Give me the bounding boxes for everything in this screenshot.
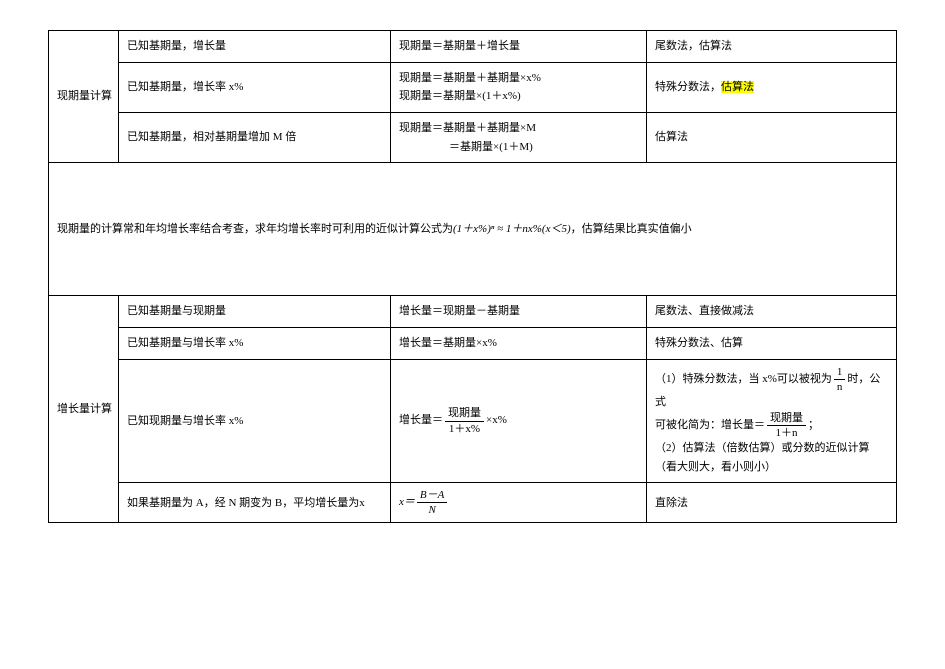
note-math: (1＋x%)ⁿ ≈ 1＋nx%(x＜5) bbox=[453, 223, 571, 235]
method-cell: （1）特殊分数法，当 x%可以被视为 1 n 时，公式 可被化简为：增长量＝ 现… bbox=[647, 359, 897, 482]
table-row: 如果基期量为 A，经 N 期变为 B，平均增长量为x x＝ B－A N 直除法 bbox=[49, 483, 897, 523]
formula-cell: 现期量＝基期量＋基期量×x% 现期量＝基期量×(1＋x%) bbox=[391, 62, 647, 112]
formula-text: 现期量＝基期量×(1＋x%) bbox=[399, 87, 638, 106]
table-row: 增长量计算 已知基期量与现期量 增长量＝现期量－基期量 尾数法、直接做减法 bbox=[49, 296, 897, 328]
formula-cell: 增长量＝ 现期量 1＋x% ×x% bbox=[391, 359, 647, 482]
method-cell: 特殊分数法、估算 bbox=[647, 328, 897, 360]
section-label: 增长量计算 bbox=[49, 296, 119, 523]
fraction-denominator: 1＋x% bbox=[445, 422, 484, 435]
formula-cell: 增长量＝基期量×x% bbox=[391, 328, 647, 360]
formula-cell: 现期量＝基期量＋基期量×M ＝基期量×(1＋M) bbox=[391, 113, 647, 163]
formula-cell: x＝ B－A N bbox=[391, 483, 647, 523]
fraction: 1 n bbox=[834, 366, 846, 393]
table-row: 已知基期量，增长率 x% 现期量＝基期量＋基期量×x% 现期量＝基期量×(1＋x… bbox=[49, 62, 897, 112]
document-page: 现期量计算 已知基期量，增长量 现期量＝基期量＋增长量 尾数法，估算法 已知基期… bbox=[0, 0, 945, 669]
formula-text: ＝基期量×(1＋M) bbox=[399, 138, 638, 157]
formula-text: 现期量＝基期量＋基期量×x% bbox=[399, 69, 638, 88]
formula-lhs: x＝ bbox=[399, 496, 415, 508]
method-cell: 估算法 bbox=[647, 113, 897, 163]
given-cell: 已知基期量，增长量 bbox=[119, 31, 391, 63]
formula-text: 现期量＝基期量＋增长量 bbox=[399, 37, 638, 56]
fraction: 现期量 1＋n bbox=[767, 412, 806, 439]
fraction-denominator: N bbox=[417, 503, 447, 516]
method-line: ； bbox=[808, 419, 819, 431]
fraction-numerator: 1 bbox=[834, 366, 846, 380]
note-row: 现期量的计算常和年均增长率结合考查，求年均增长率时可利用的近似计算公式为(1＋x… bbox=[49, 163, 897, 296]
method-cell: 尾数法，估算法 bbox=[647, 31, 897, 63]
fraction: 现期量 1＋x% bbox=[445, 407, 484, 434]
table-row: 已知现期量与增长率 x% 增长量＝ 现期量 1＋x% ×x% （1）特殊分数法，… bbox=[49, 359, 897, 482]
fraction-numerator: 现期量 bbox=[445, 407, 484, 421]
method-cell: 尾数法、直接做减法 bbox=[647, 296, 897, 328]
table-row: 已知基期量，相对基期量增加 M 倍 现期量＝基期量＋基期量×M ＝基期量×(1＋… bbox=[49, 113, 897, 163]
given-cell: 已知基期量与现期量 bbox=[119, 296, 391, 328]
method-text: 特殊分数法， bbox=[655, 81, 721, 93]
fraction-denominator: 1＋n bbox=[767, 426, 806, 439]
note-prefix: 现期量的计算常和年均增长率结合考查，求年均增长率时可利用的近似计算公式为 bbox=[57, 223, 453, 235]
table-row: 现期量计算 已知基期量，增长量 现期量＝基期量＋增长量 尾数法，估算法 bbox=[49, 31, 897, 63]
formula-label: 增长量＝ bbox=[399, 415, 443, 427]
note-cell: 现期量的计算常和年均增长率结合考查，求年均增长率时可利用的近似计算公式为(1＋x… bbox=[49, 163, 897, 296]
given-cell: 已知基期量与增长率 x% bbox=[119, 328, 391, 360]
highlighted-text: 估算法 bbox=[721, 81, 754, 93]
formula-cell: 现期量＝基期量＋增长量 bbox=[391, 31, 647, 63]
method-line: （2）估算法（倍数估算）或分数的近似计算（看大则大，看小则小） bbox=[655, 442, 870, 473]
fraction: B－A N bbox=[417, 489, 447, 516]
note-suffix: ，估算结果比真实值偏小 bbox=[571, 223, 692, 235]
method-cell: 直除法 bbox=[647, 483, 897, 523]
given-cell: 如果基期量为 A，经 N 期变为 B，平均增长量为x bbox=[119, 483, 391, 523]
fraction-numerator: 现期量 bbox=[767, 412, 806, 426]
method-line: 可被化简为：增长量＝ bbox=[655, 419, 765, 431]
fraction-denominator: n bbox=[834, 380, 846, 393]
formula-table: 现期量计算 已知基期量，增长量 现期量＝基期量＋增长量 尾数法，估算法 已知基期… bbox=[48, 30, 897, 523]
table-row: 已知基期量与增长率 x% 增长量＝基期量×x% 特殊分数法、估算 bbox=[49, 328, 897, 360]
formula-text: 现期量＝基期量＋基期量×M bbox=[399, 119, 638, 138]
section-label: 现期量计算 bbox=[49, 31, 119, 163]
formula-cell: 增长量＝现期量－基期量 bbox=[391, 296, 647, 328]
method-cell: 特殊分数法，估算法 bbox=[647, 62, 897, 112]
formula-tail: ×x% bbox=[486, 415, 507, 427]
given-cell: 已知现期量与增长率 x% bbox=[119, 359, 391, 482]
given-text: 已知基期量，增长率 x% bbox=[127, 81, 243, 93]
given-cell: 已知基期量，增长率 x% bbox=[119, 62, 391, 112]
fraction-numerator: B－A bbox=[417, 489, 447, 503]
method-line: （1）特殊分数法，当 x%可以被视为 bbox=[655, 373, 832, 385]
given-cell: 已知基期量，相对基期量增加 M 倍 bbox=[119, 113, 391, 163]
